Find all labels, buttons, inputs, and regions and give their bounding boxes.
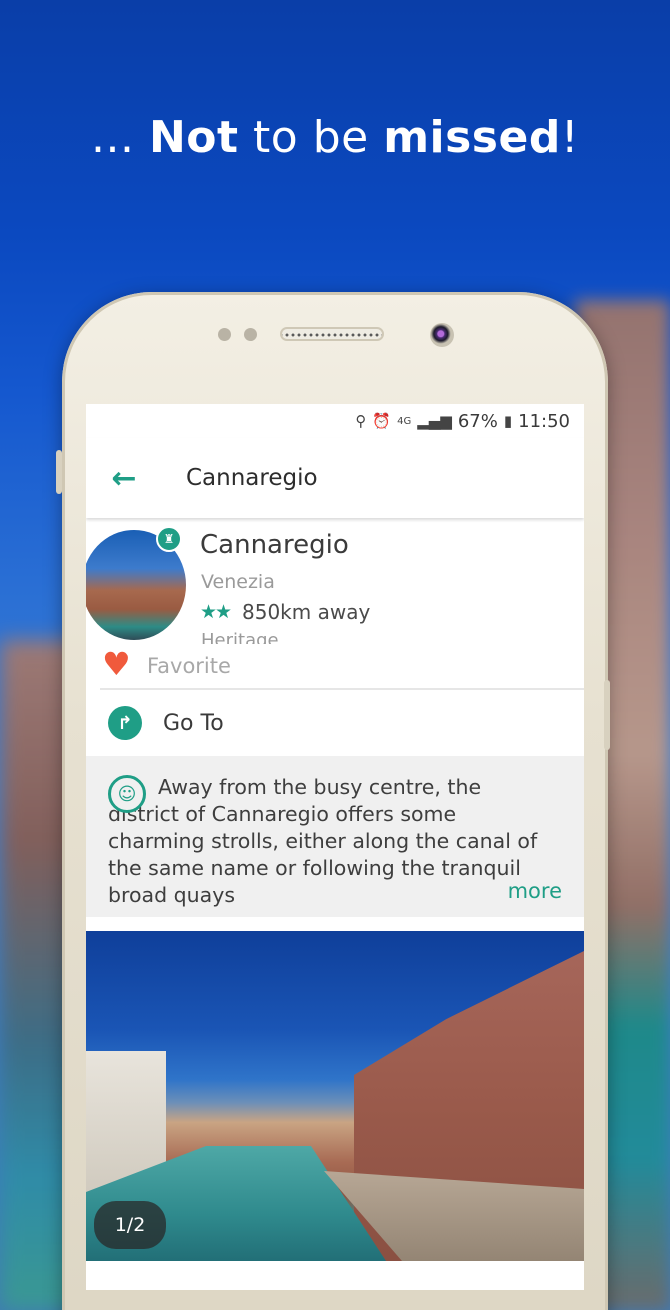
clock: 11:50: [518, 410, 570, 432]
place-city[interactable]: Venezia: [201, 571, 275, 593]
goto-row[interactable]: ↱ Go To: [86, 690, 584, 756]
light-sensor: [244, 328, 257, 341]
signal-icon: ▂▄▆: [417, 412, 452, 430]
description-panel: Away from the busy centre, the district …: [86, 756, 584, 917]
app-screen: ⚲ ⏰ 4G ▂▄▆ 67% ▮ 11:50 ← Cannaregio ♜ Ca…: [86, 404, 584, 1290]
battery-percent: 67%: [457, 410, 498, 432]
4g-icon: 4G: [397, 415, 412, 427]
place-distance: 850km away: [242, 600, 371, 624]
phone-volume-button: [56, 450, 62, 494]
front-camera: [430, 323, 454, 347]
place-category: Heritage: [201, 630, 279, 644]
heart-icon[interactable]: ♥: [102, 648, 131, 680]
headline: ... Not to be missed!: [0, 112, 670, 163]
headline-suffix: !: [560, 112, 579, 163]
earpiece-speaker: [280, 327, 384, 341]
headline-bold-not: Not: [148, 112, 239, 163]
page-title: Cannaregio: [186, 465, 318, 491]
heritage-badge-icon: ♜: [156, 526, 182, 552]
app-bar: ← Cannaregio: [86, 438, 584, 518]
status-bar: ⚲ ⏰ 4G ▂▄▆ 67% ▮ 11:50: [86, 404, 584, 438]
favorite-label[interactable]: Favorite: [147, 654, 231, 678]
directions-arrow-icon[interactable]: ↱: [108, 706, 142, 740]
guide-smiley-icon: ☺: [108, 775, 146, 813]
description-text: Away from the busy centre, the district …: [108, 775, 538, 907]
back-arrow-icon[interactable]: ←: [86, 461, 162, 496]
favorite-row[interactable]: ♥ Favorite: [86, 644, 584, 688]
goto-label[interactable]: Go To: [163, 711, 224, 736]
phone-power-button: [604, 680, 610, 750]
place-name: Cannaregio: [200, 530, 349, 560]
gallery-photo[interactable]: 1/2: [86, 931, 584, 1261]
more-link[interactable]: more: [508, 879, 562, 903]
headline-prefix: ...: [91, 112, 149, 163]
rating-stars: ★★: [200, 601, 232, 623]
location-icon: ⚲: [355, 412, 367, 430]
gallery-counter: 1/2: [94, 1201, 166, 1249]
alarm-icon: ⏰: [372, 412, 392, 430]
headline-middle: to be: [238, 112, 384, 163]
headline-bold-missed: missed: [383, 112, 561, 163]
proximity-sensor: [218, 328, 231, 341]
place-header: ♜ Cannaregio Venezia ★★ 850km away Herit…: [86, 518, 584, 644]
battery-icon: ▮: [503, 412, 513, 430]
